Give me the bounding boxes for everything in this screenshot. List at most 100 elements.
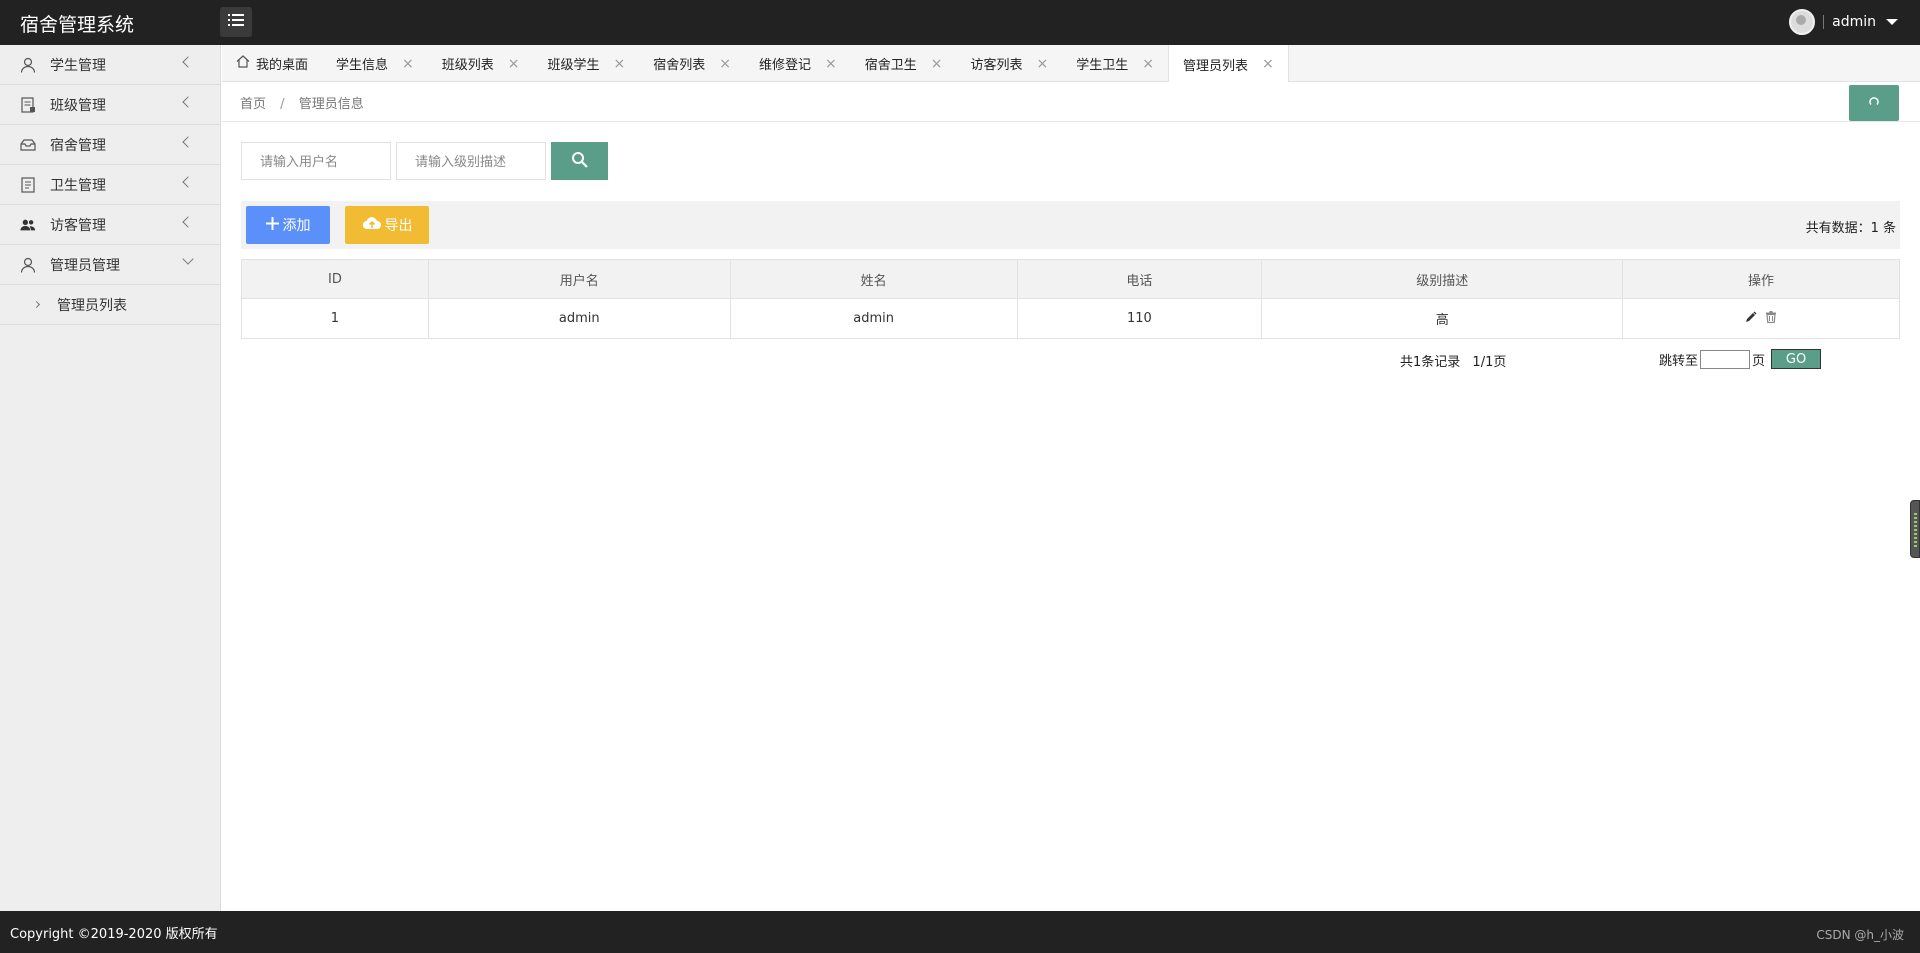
jump-label: 跳转至 (1659, 353, 1699, 369)
tab-student-info[interactable]: 学生信息 × (322, 45, 428, 82)
close-icon[interactable]: × (402, 57, 414, 71)
footer: Copyright ©2019-2020 版权所有 CSDN @h_小波 (0, 911, 1920, 953)
copyright-text: Copyright ©2019-2020 版权所有 (10, 927, 218, 942)
breadcrumb-home-link[interactable]: 首页 (240, 97, 266, 112)
admin-icon (20, 257, 36, 273)
refresh-button[interactable] (1849, 85, 1899, 121)
user-menu[interactable]: admin (1789, 8, 1898, 36)
sidebar: 学生管理 班级管理 宿舍管理 卫生管理 访客管理 管理员管理 管理员列表 (0, 45, 221, 911)
sidebar-item-dorms[interactable]: 宿舍管理 (0, 125, 220, 165)
floating-side-handle[interactable] (1910, 500, 1920, 558)
breadcrumb-separator: / (280, 97, 285, 112)
chevron-left-icon (182, 136, 194, 148)
pagination-info: 共1条记录 1/1页 (1400, 351, 1506, 370)
cell-name: admin (729, 298, 1018, 339)
sidebar-item-hygiene[interactable]: 卫生管理 (0, 165, 220, 205)
username-label[interactable]: admin (1832, 14, 1876, 30)
app-title: 宿舍管理系统 (20, 14, 135, 36)
sidebar-item-label: 卫生管理 (50, 177, 106, 194)
sidebar-item-admins[interactable]: 管理员管理 (0, 245, 220, 285)
sidebar-item-visitors[interactable]: 访客管理 (0, 205, 220, 245)
username-search-input[interactable] (241, 142, 391, 180)
sidebar-subitem-admin-list[interactable]: 管理员列表 (0, 285, 220, 325)
level-search-input[interactable] (396, 142, 546, 180)
total-count: 共有数据：1 条 (1805, 221, 1896, 236)
tab-admin-list[interactable]: 管理员列表 × (1168, 45, 1289, 83)
close-icon[interactable]: × (508, 57, 520, 71)
tab-class-list[interactable]: 班级列表 × (428, 45, 534, 82)
sidebar-item-label: 管理员管理 (50, 257, 120, 274)
menu-icon (228, 14, 244, 30)
avatar[interactable] (1789, 9, 1816, 35)
top-header: 宿舍管理系统 admin (0, 0, 1920, 45)
sidebar-item-label: 访客管理 (50, 217, 106, 234)
tab-label: 访客列表 (970, 58, 1023, 73)
close-icon[interactable]: × (931, 57, 943, 71)
tab-repair-register[interactable]: 维修登记 × (745, 45, 851, 82)
page-count: 1/1页 (1472, 355, 1507, 370)
tab-dorm-hygiene[interactable]: 宿舍卫生 × (851, 45, 957, 82)
breadcrumb-bar: 首页 / 管理员信息 (222, 82, 1920, 122)
edit-icon[interactable] (1745, 311, 1757, 323)
plus-icon (265, 216, 279, 234)
tab-label: 宿舍列表 (653, 58, 706, 73)
column-header-id: ID (241, 259, 429, 299)
tab-label: 管理员列表 (1183, 58, 1249, 74)
search-button[interactable] (551, 142, 608, 180)
sidebar-item-label: 宿舍管理 (50, 137, 106, 154)
add-button[interactable]: 添加 (246, 206, 330, 244)
chevron-left-icon (182, 176, 194, 188)
tab-label: 维修登记 (759, 58, 812, 73)
sidebar-item-students[interactable]: 学生管理 (0, 45, 220, 85)
tab-desktop[interactable]: 我的桌面 (222, 45, 322, 82)
visitors-icon (20, 217, 36, 233)
go-button[interactable]: GO (1771, 349, 1822, 369)
sidebar-item-label: 班级管理 (50, 97, 106, 114)
close-icon[interactable]: × (1142, 57, 1154, 71)
tab-student-hygiene[interactable]: 学生卫生 × (1062, 45, 1168, 82)
export-button[interactable]: 导出 (345, 206, 429, 244)
breadcrumb: 首页 / 管理员信息 (240, 93, 364, 112)
chevron-right-icon (32, 300, 41, 309)
cell-phone: 110 (1016, 298, 1263, 339)
user-divider (1823, 15, 1825, 29)
record-count: 共1条记录 (1400, 355, 1461, 370)
delete-icon[interactable] (1765, 310, 1777, 323)
tab-dorm-list[interactable]: 宿舍列表 × (639, 45, 745, 82)
tab-class-students[interactable]: 班级学生 × (534, 45, 640, 82)
tab-visitor-list[interactable]: 访客列表 × (957, 45, 1063, 82)
sidebar-item-classes[interactable]: 班级管理 (0, 85, 220, 125)
tab-label: 学生信息 (336, 58, 389, 73)
close-icon[interactable]: × (719, 57, 731, 71)
search-form (241, 142, 608, 180)
search-icon (571, 151, 589, 172)
export-button-label: 导出 (384, 218, 413, 234)
page-suffix: 页 (1752, 353, 1766, 369)
cell-id: 1 (241, 298, 429, 339)
close-icon[interactable]: × (614, 57, 626, 71)
page-jump: 跳转至 页 GO (1659, 349, 1822, 369)
admin-table: ID 用户名 姓名 电话 级别描述 操作 1 admin admin 110 高 (241, 259, 1900, 339)
action-toolbar: 添加 导出 共有数据：1 条 (241, 201, 1900, 249)
class-icon (20, 96, 36, 113)
refresh-icon (1868, 95, 1880, 111)
column-header-level: 级别描述 (1261, 259, 1624, 299)
caret-down-icon[interactable] (1886, 19, 1898, 25)
close-icon[interactable]: × (1037, 57, 1049, 71)
close-icon[interactable]: × (1262, 57, 1274, 71)
user-icon (20, 57, 36, 73)
sidebar-toggle-button[interactable] (220, 7, 252, 37)
close-icon[interactable]: × (825, 57, 837, 71)
row-actions (1745, 310, 1777, 323)
cell-actions (1622, 298, 1900, 339)
chevron-down-icon (182, 253, 194, 265)
home-icon (236, 55, 250, 72)
sidebar-subitem-label: 管理员列表 (57, 297, 127, 314)
table-row: 1 admin admin 110 高 (241, 298, 1900, 339)
page-number-input[interactable] (1700, 349, 1751, 369)
chevron-left-icon (182, 216, 194, 228)
tab-label: 班级列表 (441, 58, 494, 73)
tab-label: 我的桌面 (256, 58, 309, 73)
chevron-left-icon (182, 96, 194, 108)
cloud-upload-icon (362, 216, 382, 234)
